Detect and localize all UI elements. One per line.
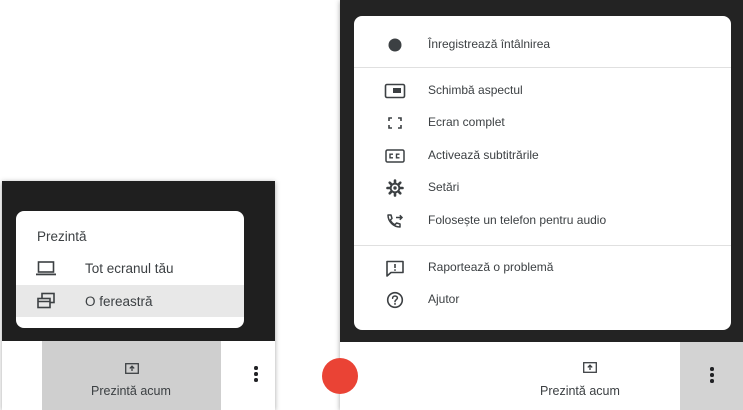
record-icon xyxy=(384,36,406,54)
fullscreen-icon xyxy=(384,114,406,132)
menu-item-captions[interactable]: Activează subtitrările xyxy=(354,141,731,171)
present-screen-icon xyxy=(125,363,139,374)
menu-divider xyxy=(354,245,731,246)
present-now-label: Prezintă acum xyxy=(91,384,171,398)
leave-call-button[interactable] xyxy=(322,358,358,394)
right-meeting-view: Înregistrează întâlnirea Schimbă aspectu… xyxy=(322,0,743,410)
menu-item-change-layout[interactable]: Schimbă aspectul xyxy=(354,76,731,106)
menu-item-label: Raportează o problemă xyxy=(428,260,554,274)
menu-item-phone-audio[interactable]: Folosește un telefon pentru audio xyxy=(354,206,731,236)
more-options-menu: Înregistrează întâlnirea Schimbă aspectu… xyxy=(354,16,731,330)
present-now-button[interactable]: Prezintă acum xyxy=(42,341,221,410)
meeting-video-area: Prezintă Tot ecranul tău O fereastră xyxy=(2,181,275,341)
menu-item-label: Folosește un telefon pentru audio xyxy=(428,213,607,227)
menu-item-label: Ajutor xyxy=(428,292,460,306)
present-option-entire-screen[interactable]: Tot ecranul tău xyxy=(16,252,244,284)
present-option-label: Tot ecranul tău xyxy=(85,260,174,276)
left-meeting-view: Prezintă Tot ecranul tău O fereastră Pre… xyxy=(2,181,275,410)
window-icon xyxy=(36,292,56,310)
present-menu: Prezintă Tot ecranul tău O fereastră xyxy=(16,211,244,328)
laptop-icon xyxy=(36,259,56,277)
present-option-window[interactable]: O fereastră xyxy=(16,285,244,317)
menu-item-label: Ecran complet xyxy=(428,115,505,129)
menu-item-help[interactable]: Ajutor xyxy=(354,285,731,315)
meeting-control-bar: Prezintă acum xyxy=(2,341,275,410)
captions-icon xyxy=(384,147,406,165)
help-icon xyxy=(384,291,406,309)
more-options-button[interactable] xyxy=(680,342,743,410)
menu-item-settings[interactable]: Setări xyxy=(354,173,731,203)
present-menu-title: Prezintă xyxy=(37,229,87,244)
menu-divider xyxy=(354,67,731,68)
menu-item-fullscreen[interactable]: Ecran complet xyxy=(354,108,731,138)
more-vert-icon[interactable] xyxy=(254,366,258,384)
menu-item-report-problem[interactable]: Raportează o problemă xyxy=(354,253,731,283)
menu-item-label: Setări xyxy=(428,180,460,194)
feedback-icon xyxy=(384,259,406,277)
present-option-label: O fereastră xyxy=(85,293,153,309)
layout-icon xyxy=(384,82,406,100)
phone-forward-icon xyxy=(384,212,406,230)
meeting-control-bar: Prezintă acum xyxy=(322,342,743,410)
menu-item-record[interactable]: Înregistrează întâlnirea xyxy=(354,30,731,60)
gear-icon xyxy=(384,179,406,197)
menu-item-label: Înregistrează întâlnirea xyxy=(428,37,551,51)
meeting-video-area: Înregistrează întâlnirea Schimbă aspectu… xyxy=(340,0,743,342)
present-screen-icon xyxy=(583,362,597,373)
menu-item-label: Activează subtitrările xyxy=(428,148,539,162)
present-now-button[interactable]: Prezintă acum xyxy=(540,384,620,398)
more-vert-icon xyxy=(710,367,714,385)
menu-item-label: Schimbă aspectul xyxy=(428,83,523,97)
